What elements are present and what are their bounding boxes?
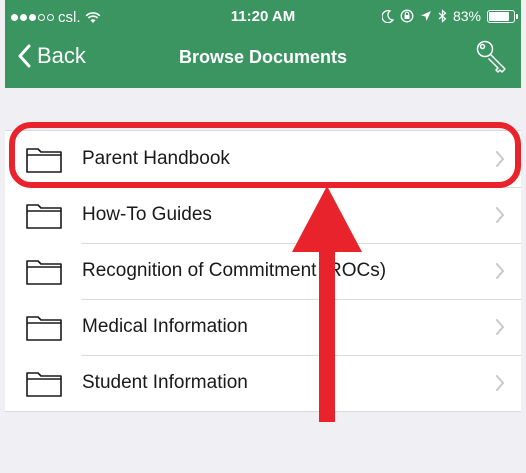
status-right: 83%: [381, 8, 518, 24]
list-item-student-information[interactable]: Student Information: [5, 355, 521, 411]
chevron-right-icon: [496, 263, 504, 279]
list-item-parent-handbook[interactable]: Parent Handbook: [5, 131, 521, 187]
chevron-right-icon: [496, 375, 504, 391]
documents-list: Parent Handbook How-To Guides Recognitio…: [5, 130, 521, 412]
list-item-label: Medical Information: [82, 316, 248, 337]
status-bar: csl. 11:20 AM 83%: [5, 0, 521, 34]
chevron-right-icon: [496, 151, 504, 167]
folder-icon: [26, 148, 62, 173]
list-item-label: How-To Guides: [82, 204, 212, 225]
moon-icon: [381, 9, 394, 23]
list-item-label: Parent Handbook: [82, 148, 230, 169]
list-item-recognition-of-commitment[interactable]: Recognition of Commitment (ROCs): [5, 243, 521, 299]
folder-icon: [26, 204, 62, 229]
navigation-bar: Back Browse Documents: [5, 34, 521, 88]
battery-percent: 83%: [452, 8, 481, 24]
folder-icon: [26, 316, 62, 341]
folder-icon: [26, 372, 62, 397]
header: csl. 11:20 AM 83% Back Browse Documents: [5, 0, 521, 88]
bluetooth-icon: [438, 9, 447, 23]
list-item-label: Recognition of Commitment (ROCs): [82, 260, 387, 281]
chevron-right-icon: [496, 319, 504, 335]
list-item-medical-information[interactable]: Medical Information: [5, 299, 521, 355]
list-item-how-to-guides[interactable]: How-To Guides: [5, 187, 521, 243]
chevron-right-icon: [496, 207, 504, 223]
key-icon[interactable]: [475, 39, 509, 75]
battery-fill: [489, 11, 509, 21]
screen: csl. 11:20 AM 83% Back Browse Documents …: [5, 0, 521, 473]
folder-icon: [26, 260, 62, 285]
location-icon: [420, 11, 431, 21]
page-title: Browse Documents: [178, 47, 348, 67]
rotation-lock-icon: [400, 9, 414, 23]
list-item-label: Student Information: [82, 372, 248, 393]
battery-icon: [487, 9, 518, 23]
